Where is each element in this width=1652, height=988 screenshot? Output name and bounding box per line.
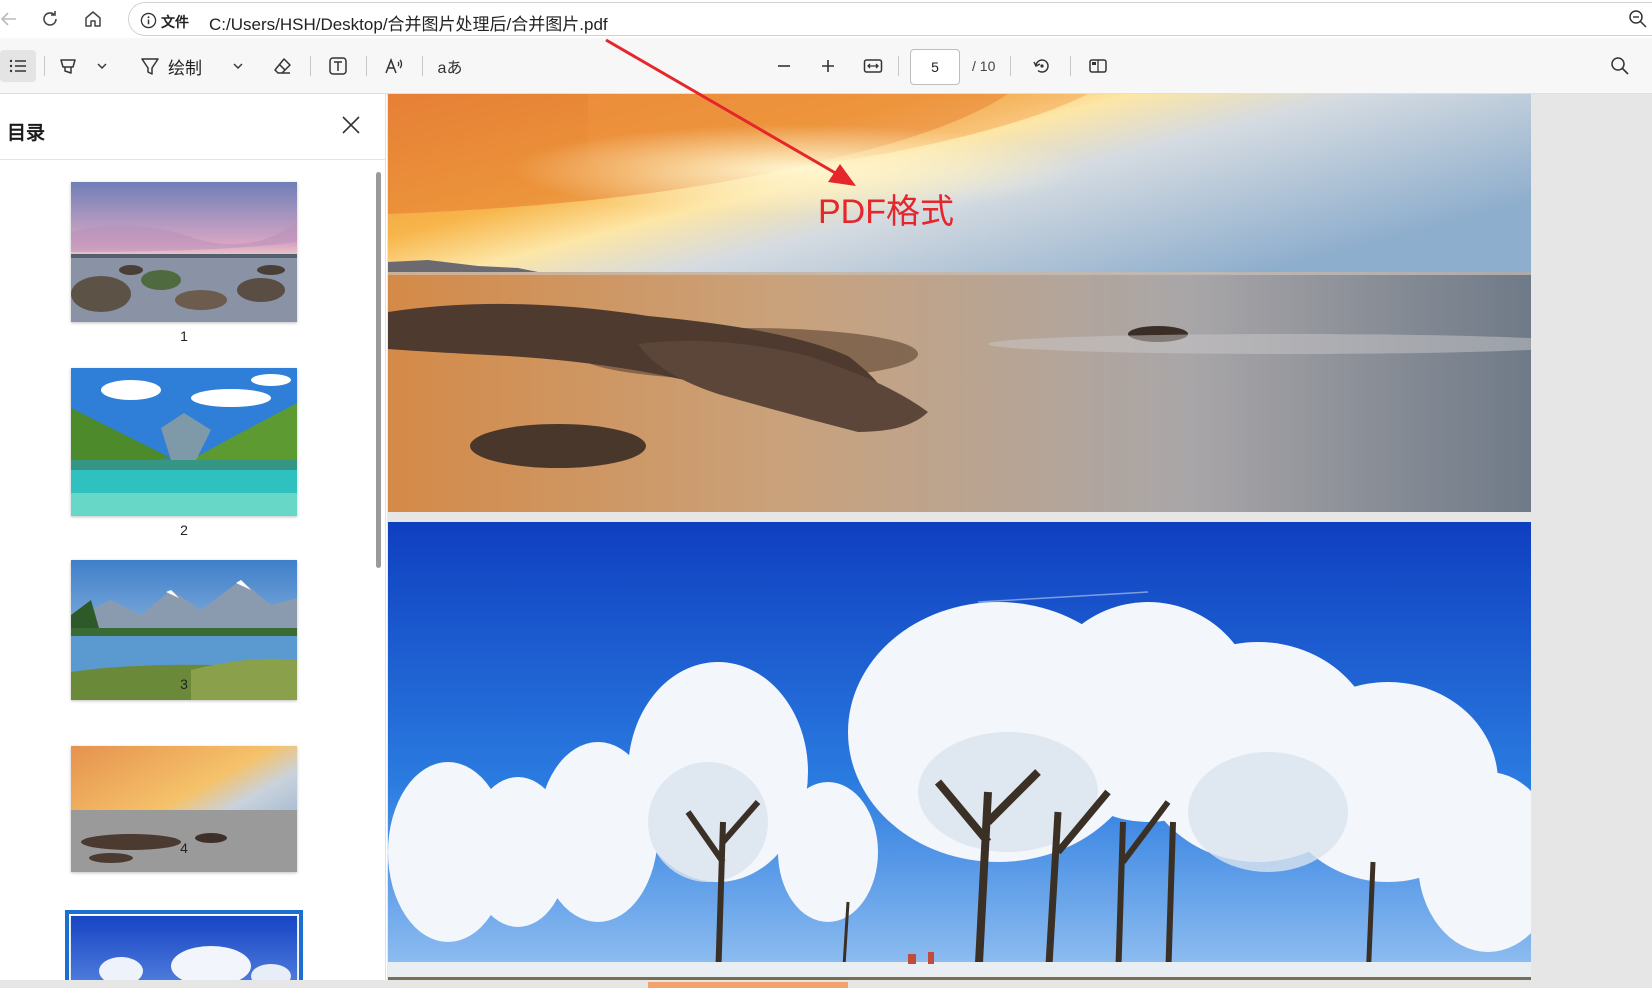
toolbar-divider (44, 56, 45, 76)
toolbar-divider (898, 56, 899, 76)
refresh-button[interactable] (35, 4, 65, 34)
toolbar-divider (1010, 56, 1011, 76)
chevron-down-icon (233, 63, 243, 69)
zoom-out-button[interactable] (772, 50, 796, 82)
refresh-icon (43, 11, 57, 26)
translate-button[interactable]: aあ (436, 50, 464, 82)
add-text-button[interactable] (326, 50, 350, 82)
thumbnail-image-mountain-lake (71, 368, 297, 516)
rotate-icon (1033, 59, 1049, 73)
fit-page-icon (863, 59, 883, 73)
contents-sidebar: 目录 1 2 3 4 (0, 94, 386, 988)
page-view-button[interactable] (1086, 50, 1110, 82)
url-scheme-label: 文件 (161, 14, 189, 30)
url-text: C:/Users/HSH/Desktop/合并图片处理后/合并图片.pdf (209, 15, 608, 34)
toolbar-divider (422, 56, 423, 76)
thumbnail-page-1[interactable] (71, 182, 297, 322)
url-field[interactable]: 文件 C:/Users/HSH/Desktop/合并图片处理后/合并图片.pdf (128, 2, 1652, 36)
zoom-in-icon (822, 60, 834, 72)
erase-button[interactable] (270, 50, 294, 82)
thumbnail-number: 2 (180, 522, 188, 538)
annotation-label: PDF格式 (818, 193, 954, 231)
address-bar: 文件 C:/Users/HSH/Desktop/合并图片处理后/合并图片.pdf (0, 0, 1652, 38)
search-icon (1611, 57, 1629, 75)
page-total-label: / 10 (972, 58, 996, 74)
read-aloud-button[interactable] (382, 50, 406, 82)
close-icon (342, 116, 360, 134)
sidebar-title: 目录 (7, 123, 46, 144)
draw-button[interactable]: 绘制 (140, 50, 202, 82)
zoom-indicator-button[interactable] (1628, 9, 1648, 29)
text-box-icon (329, 57, 347, 75)
frosted-trees-image (388, 522, 1531, 988)
highlight-options-button[interactable] (94, 50, 110, 82)
chevron-down-icon (97, 63, 107, 69)
pdf-toolbar: 绘制 aあ 5 / 10 (0, 38, 1652, 94)
toolbar-divider (366, 56, 367, 76)
zoom-in-button[interactable] (816, 50, 840, 82)
pdf-page-5 (388, 522, 1531, 988)
sidebar-header: 目录 (0, 94, 385, 160)
sunset-seascape-image (388, 94, 1531, 512)
two-page-icon (1089, 59, 1107, 73)
toolbar-divider (1070, 56, 1071, 76)
highlight-button[interactable] (56, 50, 80, 82)
zoom-out-icon (778, 65, 790, 67)
thumbnail-page-2[interactable] (71, 368, 297, 516)
bottom-accent-bar (648, 982, 848, 988)
thumbnail-image-rocky-shore (71, 182, 297, 322)
eraser-icon (274, 58, 291, 74)
draw-label: 绘制 (168, 58, 202, 78)
back-button[interactable] (0, 4, 24, 34)
draw-pen-icon (141, 58, 159, 75)
info-icon (140, 12, 156, 28)
thumbnail-number: 3 (180, 676, 188, 692)
highlight-icon (60, 59, 76, 74)
search-button[interactable] (1608, 50, 1632, 82)
read-aloud-icon (385, 57, 403, 74)
thumbnail-number: 4 (180, 840, 188, 856)
close-sidebar-button[interactable] (340, 114, 366, 140)
pdf-page-4 (388, 94, 1531, 512)
draw-options-button[interactable] (230, 50, 246, 82)
pdf-viewport[interactable]: PDF格式 (387, 94, 1652, 988)
page-number-input[interactable]: 5 (910, 49, 960, 85)
site-info-button[interactable] (139, 11, 157, 29)
thumbnail-number: 1 (180, 328, 188, 344)
fit-page-button[interactable] (860, 50, 886, 82)
home-button[interactable] (78, 4, 108, 34)
back-arrow-icon (0, 12, 16, 26)
toolbar-divider (310, 56, 311, 76)
thumbnail-image-frosted-trees (71, 916, 297, 988)
translate-icon: aあ (437, 60, 463, 77)
thumbnail-page-5[interactable] (65, 910, 303, 988)
rotate-button[interactable] (1030, 50, 1054, 82)
zoom-icon (1629, 10, 1647, 28)
sidebar-scrollbar[interactable] (376, 172, 381, 568)
contents-button[interactable] (0, 50, 36, 82)
contents-list-icon (9, 59, 26, 73)
home-icon (85, 11, 101, 27)
